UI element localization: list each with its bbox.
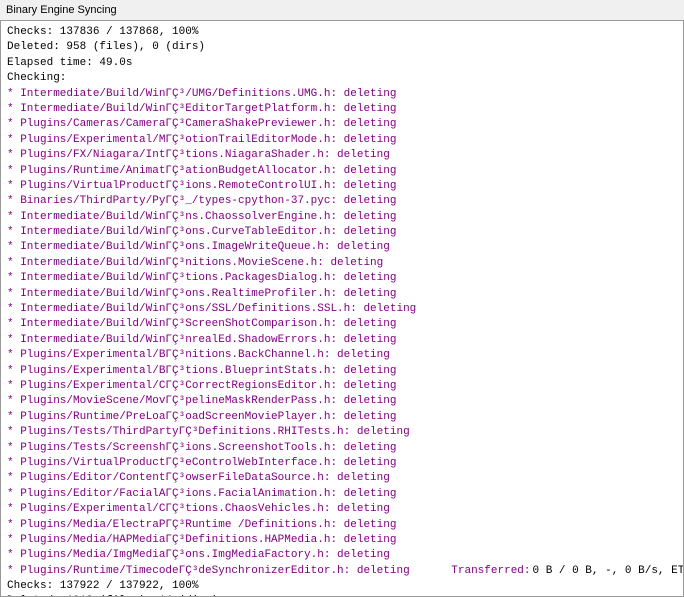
log-line: * Intermediate/Build/WinГÇ³nitions.Movie… <box>7 256 677 271</box>
log-line: * Intermediate/Build/WinГÇ³ScreenShotCom… <box>7 317 677 332</box>
main-window: Checks: 137836 / 137868, 100% Deleted: 9… <box>0 20 684 597</box>
log-line: * Plugins/Experimental/ВГÇ³tions.Bluepri… <box>7 364 677 379</box>
log-line: Elapsed time: 49.0s <box>7 56 677 71</box>
log-line: Deleted: 958 (files), 0 (dirs) <box>7 40 677 55</box>
log-line: * Plugins/Experimental/СГÇ³CorrectRegion… <box>7 379 677 394</box>
log-line: * Plugins/Experimental/СГÇ³tions.ChaosVe… <box>7 502 677 517</box>
log-line: * Plugins/Editor/ContentГÇ³owserFileData… <box>7 471 677 486</box>
log-line: * Plugins/Media/ImgMediaГÇ³ons.ImgMediaF… <box>7 548 677 563</box>
log-line: * Plugins/Tests/ThirdPartyГÇ³Definitions… <box>7 425 677 440</box>
log-line: * Intermediate/Build/WinГÇ³/UMG/Definiti… <box>7 87 677 102</box>
content-area: Checks: 137836 / 137868, 100% Deleted: 9… <box>1 21 683 596</box>
log-line: * Plugins/Runtime/PreLoaГÇ³oadScreenMovi… <box>7 410 677 425</box>
log-line: * Intermediate/Build/WinГÇ³EditorTargetP… <box>7 102 677 117</box>
log-line: * Plugins/Experimental/ВГÇ³nitions.BackC… <box>7 348 677 363</box>
transferred-key-label: Transferred: <box>451 564 530 579</box>
log-line: * Intermediate/Build/WinГÇ³ons/SSL/Defin… <box>7 302 677 317</box>
log-line: * Plugins/Tests/ScreenshГÇ³ions.Screensh… <box>7 441 677 456</box>
log-line: * Plugins/FX/Niagara/IntГÇ³tions.Niagara… <box>7 148 677 163</box>
log-line: Deleted: 1012 (files), 14 (dirs) <box>7 594 677 596</box>
log-line: Checks: 137922 / 137922, 100% <box>7 579 677 594</box>
log-line: * Intermediate/Build/WinГÇ³ons.ImageWrit… <box>7 240 677 255</box>
log-line: * Plugins/VirtualProductГÇ³ions.RemoteCo… <box>7 179 677 194</box>
transferred-log-line: * Plugins/Runtime/TimecodeГÇ³deSynchroni… <box>7 564 677 579</box>
log-line: * Plugins/Media/ElectraРГÇ³Runtime /Defi… <box>7 518 677 533</box>
log-line: * Plugins/Editor/FacialAГÇ³ions.FacialAn… <box>7 487 677 502</box>
log-line: * Binaries/ThirdParty/PyГÇ³_/types-cpyth… <box>7 194 677 209</box>
log-line: Checks: 137836 / 137868, 100% <box>7 25 677 40</box>
log-line: * Intermediate/Build/WinГÇ³ons.CurveTabl… <box>7 225 677 240</box>
log-line: * Plugins/Runtime/AnimatГÇ³ationBudgetAl… <box>7 164 677 179</box>
log-line: * Plugins/VirtualProductГÇ³eControlWebIn… <box>7 456 677 471</box>
title-bar: Binary Engine Syncing <box>0 0 684 20</box>
transferred-file-label: * Plugins/Runtime/TimecodeГÇ³deSynchroni… <box>7 564 410 579</box>
log-line: * Plugins/Experimental/МГÇ³otionTrailEdi… <box>7 133 677 148</box>
log-container[interactable]: Checks: 137836 / 137868, 100% Deleted: 9… <box>1 21 683 596</box>
log-line: * Plugins/Media/HAPMediaГÇ³Definitions.H… <box>7 533 677 548</box>
transferred-key <box>412 564 452 579</box>
log-line: * Intermediate/Build/WinГÇ³tions.Package… <box>7 271 677 286</box>
log-line: * Intermediate/Build/WinГÇ³ns.Chaossolve… <box>7 210 677 225</box>
window-title: Binary Engine Syncing <box>6 4 117 16</box>
log-line: * Plugins/MovieScene/MovГÇ³pelineMaskRen… <box>7 394 677 409</box>
log-line: * Plugins/Cameras/CameraГÇ³CameraShakePr… <box>7 117 677 132</box>
transferred-value: 0 B / 0 B, -, 0 B/s, ETA - <box>533 564 684 579</box>
log-line: * Intermediate/Build/WinГÇ³ons.RealtimeP… <box>7 287 677 302</box>
log-line: Checking: <box>7 71 677 86</box>
log-line: * Intermediate/Build/WinГÇ³nrealEd.Shado… <box>7 333 677 348</box>
